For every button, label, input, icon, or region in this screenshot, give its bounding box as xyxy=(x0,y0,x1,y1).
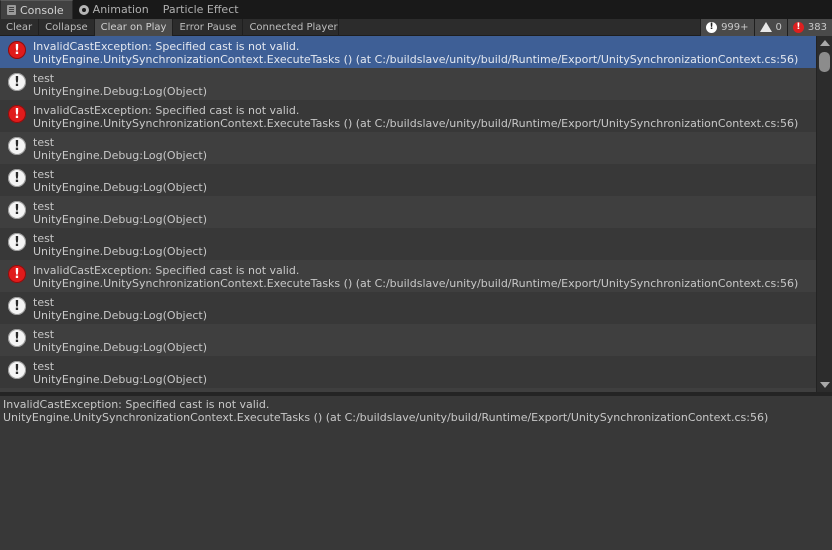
log-entry-message: test xyxy=(33,328,55,341)
tab-label: Animation xyxy=(92,3,149,16)
log-entry[interactable]: ! testUnityEngine.Debug:Log(Object) xyxy=(0,324,816,356)
log-entry-stacktrace: UnityEngine.Debug:Log(Object) xyxy=(33,213,208,226)
tab-label: Console xyxy=(20,3,64,17)
error-count: 383 xyxy=(807,21,827,33)
tab-console[interactable]: Console xyxy=(0,0,73,19)
connected-player-dropdown[interactable]: Connected Player ▾ xyxy=(243,18,340,36)
scrollbar-thumb[interactable] xyxy=(819,52,830,72)
log-count: 999+ xyxy=(721,21,749,33)
clear-on-play-toggle[interactable]: Clear on Play xyxy=(94,18,174,36)
log-entry[interactable]: ! testUnityEngine.Debug:Log(Object) xyxy=(0,68,816,100)
log-entry-text: test UnityEngine.Debug:Log(Object) xyxy=(33,168,815,194)
console-toolbar: Clear Collapse Clear on Play Error Pause… xyxy=(0,18,832,36)
info-icon: ! xyxy=(8,329,26,347)
error-count-toggle[interactable]: ! 383 xyxy=(786,18,832,36)
log-entry-stacktrace: UnityEngine.Debug:Log(Object) xyxy=(33,85,208,98)
warning-count: 0 xyxy=(775,21,782,33)
log-entry-text: test UnityEngine.Debug:Log(Object) xyxy=(33,296,815,322)
log-entry-stacktrace: UnityEngine.UnitySynchronizationContext.… xyxy=(33,277,799,290)
log-entry[interactable]: ! testUnityEngine.Debug:Log(Object) xyxy=(0,356,816,388)
error-icon: ! xyxy=(8,265,26,283)
log-entry-stacktrace: UnityEngine.Debug:Log(Object) xyxy=(33,181,208,194)
collapse-toggle[interactable]: Collapse xyxy=(39,18,95,36)
info-icon: ! xyxy=(8,297,26,315)
log-entry[interactable]: ! InvalidCastException: Specified cast is… xyxy=(0,36,816,68)
log-entry-stacktrace: UnityEngine.Debug:Log(Object) xyxy=(33,309,208,322)
log-entry-stacktrace: UnityEngine.UnitySynchronizationContext.… xyxy=(33,53,799,66)
scroll-up-icon[interactable] xyxy=(820,40,830,46)
log-entry-message: test xyxy=(33,232,55,245)
log-entry-stacktrace: UnityEngine.Debug:Log(Object) xyxy=(33,149,208,162)
info-icon: ! xyxy=(8,361,26,379)
log-entry[interactable]: ! testUnityEngine.Debug:Log(Object) xyxy=(0,196,816,228)
log-entry-text: InvalidCastException: Specified cast is … xyxy=(33,40,815,66)
log-entry-text: test UnityEngine.Debug:Log(Object) xyxy=(33,360,815,386)
log-entry-message: test xyxy=(33,360,55,373)
log-count-toggle[interactable]: ! 999+ xyxy=(700,18,754,36)
log-entry[interactable]: ! InvalidCastException: Specified cast is… xyxy=(0,100,816,132)
log-entry-stacktrace: UnityEngine.UnitySynchronizationContext.… xyxy=(33,117,799,130)
info-icon: ! xyxy=(8,169,26,187)
info-icon: ! xyxy=(8,233,26,251)
tab-animation[interactable]: Animation xyxy=(73,0,157,19)
log-entry-message: InvalidCastException: Specified cast is … xyxy=(33,40,300,53)
log-counters: ! 999+ 0 ! 383 xyxy=(700,18,832,36)
error-icon: ! xyxy=(8,41,26,59)
log-entry-message: InvalidCastException: Specified cast is … xyxy=(33,104,300,117)
log-list-scrollbar[interactable] xyxy=(816,36,832,392)
detail-stacktrace: UnityEngine.UnitySynchronizationContext.… xyxy=(3,411,769,424)
log-entry-text: InvalidCastException: Specified cast is … xyxy=(33,264,815,290)
tab-label: Particle Effect xyxy=(162,3,239,16)
info-icon: ! xyxy=(706,21,718,33)
connected-player-label: Connected Player xyxy=(249,21,338,33)
console-icon xyxy=(7,5,16,15)
log-entry-stacktrace: UnityEngine.Debug:Log(Object) xyxy=(33,373,208,386)
log-entry-message: test xyxy=(33,136,55,149)
error-icon: ! xyxy=(8,105,26,123)
log-entry-text: test UnityEngine.Debug:Log(Object) xyxy=(33,200,815,226)
log-entry[interactable]: ! InvalidCastException: Specified cast is… xyxy=(0,260,816,292)
error-pause-toggle[interactable]: Error Pause xyxy=(173,18,244,36)
tab-particle-effect[interactable]: Particle Effect xyxy=(157,0,247,19)
info-icon: ! xyxy=(8,73,26,91)
console-log-list[interactable]: ! InvalidCastException: Specified cast is… xyxy=(0,36,816,392)
log-entry[interactable]: ! testUnityEngine.Debug:Log(Object) xyxy=(0,132,816,164)
log-entry[interactable]: ! testUnityEngine.Debug:Log(Object) xyxy=(0,228,816,260)
warning-count-toggle[interactable]: 0 xyxy=(753,18,787,36)
log-entry-text: InvalidCastException: Specified cast is … xyxy=(33,104,815,130)
log-entry[interactable]: ! testUnityEngine.Debug:Log(Object) xyxy=(0,164,816,196)
scroll-down-icon[interactable] xyxy=(820,382,830,388)
window-tab-bar: Console Animation Particle Effect xyxy=(0,0,832,19)
log-entry-text: test UnityEngine.Debug:Log(Object) xyxy=(33,136,815,162)
animation-icon xyxy=(78,4,89,15)
clear-button[interactable]: Clear xyxy=(0,18,40,36)
log-entry[interactable]: ! testUnityEngine.Debug:Log(Object) xyxy=(0,292,816,324)
log-entry-stacktrace: UnityEngine.Debug:Log(Object) xyxy=(33,341,208,354)
detail-message: InvalidCastException: Specified cast is … xyxy=(3,398,270,411)
info-icon: ! xyxy=(8,201,26,219)
error-icon: ! xyxy=(792,21,804,33)
log-entry-message: test xyxy=(33,200,55,213)
log-detail-pane: InvalidCastException: Specified cast is … xyxy=(0,396,832,550)
log-entry-stacktrace: UnityEngine.Debug:Log(Object) xyxy=(33,245,208,258)
log-entry-message: test xyxy=(33,168,55,181)
log-entry-text: test UnityEngine.Debug:Log(Object) xyxy=(33,328,815,354)
warning-icon xyxy=(759,22,772,32)
log-entry-message: test xyxy=(33,296,55,309)
log-entry-text: test UnityEngine.Debug:Log(Object) xyxy=(33,72,815,98)
log-entry-message: test xyxy=(33,72,55,85)
info-icon: ! xyxy=(8,137,26,155)
log-entry-text: test UnityEngine.Debug:Log(Object) xyxy=(33,232,815,258)
log-entry-message: InvalidCastException: Specified cast is … xyxy=(33,264,300,277)
